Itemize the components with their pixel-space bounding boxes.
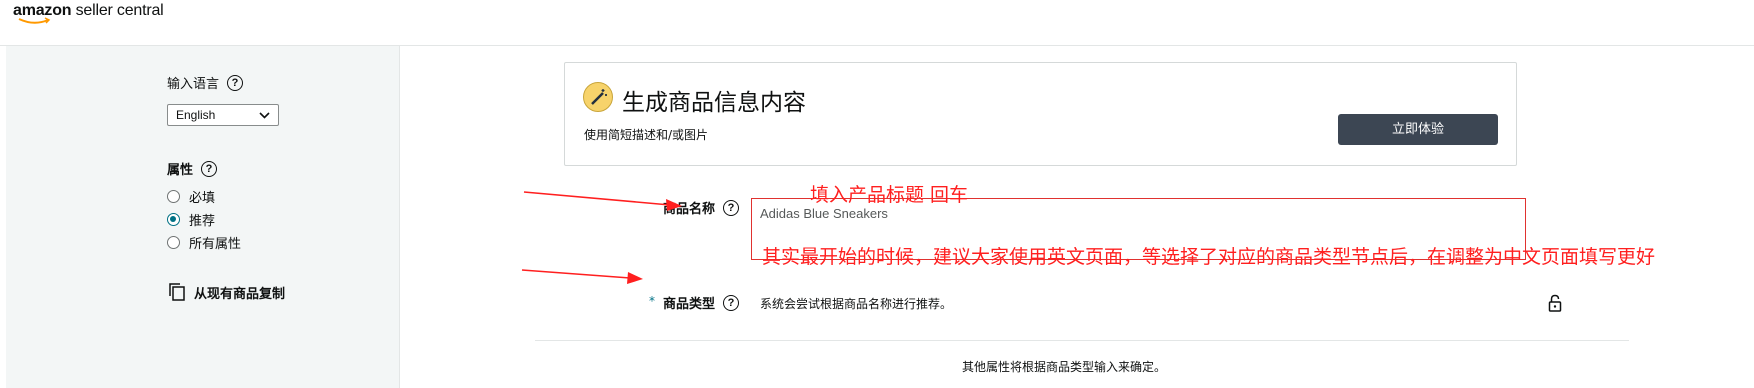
copy-icon	[169, 283, 185, 301]
radio-label: 所有属性	[189, 237, 242, 252]
copy-from-existing-link[interactable]: 从现有商品复制	[168, 282, 285, 302]
product-type-hint: 系统会尝试根据商品名称进行推荐。	[760, 297, 953, 311]
attributes-row: 属性 ?	[167, 159, 218, 178]
help-icon[interactable]: ?	[227, 74, 244, 91]
language-select-value: English	[176, 108, 216, 122]
attributes-label: 属性	[167, 163, 194, 178]
product-type-label-row: 商品类型 ?	[663, 293, 740, 312]
radio-all-attributes[interactable]: 所有属性	[167, 233, 241, 252]
help-icon[interactable]: ?	[723, 199, 740, 216]
radio-required[interactable]: 必填	[167, 187, 215, 206]
product-type-label: 商品类型	[663, 297, 716, 312]
form-divider	[535, 340, 1629, 341]
chevron-down-icon	[259, 112, 270, 119]
logo-product: seller central	[75, 2, 164, 19]
smile-logo-icon	[18, 17, 51, 24]
annotation-language-tip: 其实最开始的时候，建议大家使用英文页面，等选择了对应的商品类型节点后，在调整为中…	[762, 246, 1656, 268]
input-language-label: 输入语言	[167, 77, 220, 92]
help-icon[interactable]: ?	[723, 294, 740, 311]
radio-label: 必填	[189, 191, 216, 206]
arrow	[521, 269, 643, 284]
lock-icon[interactable]	[1548, 294, 1562, 312]
radio-label: 推荐	[189, 214, 216, 229]
radio-recommended[interactable]: 推荐	[167, 210, 215, 229]
card-subtitle: 使用简短描述和/或图片	[584, 128, 709, 142]
radio-button-selected[interactable]	[167, 213, 180, 226]
radio-button[interactable]	[167, 236, 180, 249]
input-language-row: 输入语言 ?	[167, 73, 244, 92]
footer-note: 其他属性将根据商品类型输入来确定。	[962, 360, 1167, 374]
try-now-button[interactable]: 立即体验	[1338, 114, 1498, 145]
annotation-enter-title: 填入产品标题 回车	[810, 184, 969, 206]
magic-wand-icon	[583, 82, 613, 112]
help-icon[interactable]: ?	[201, 160, 218, 177]
card-title: 生成商品信息内容	[622, 90, 806, 116]
annotation-arrows	[521, 191, 682, 284]
arrow	[523, 191, 682, 211]
copy-link-label: 从现有商品复制	[194, 286, 286, 302]
required-mark: *	[649, 294, 655, 308]
product-name-value: Adidas Blue Sneakers	[760, 206, 888, 221]
radio-button[interactable]	[167, 190, 180, 203]
language-select[interactable]: English	[167, 104, 279, 126]
